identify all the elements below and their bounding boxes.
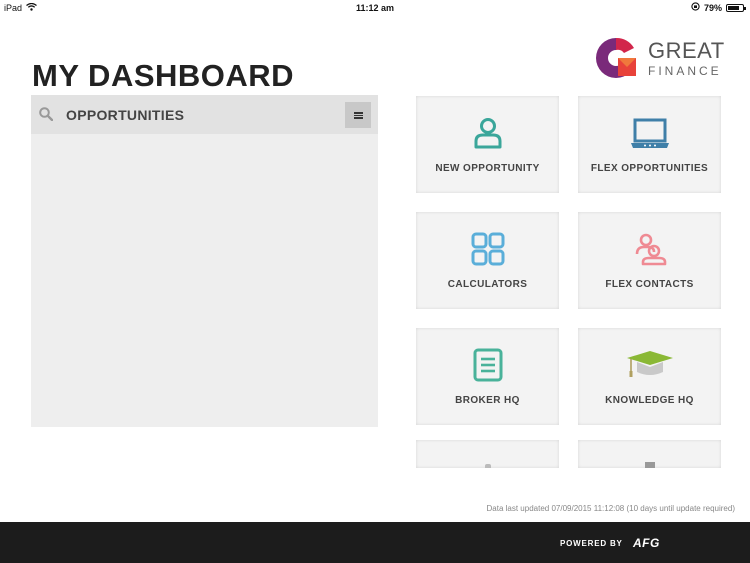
knowledge-hq-tile[interactable]: KNOWLEDGE HQ xyxy=(578,328,721,425)
afg-logo: AFG xyxy=(633,536,660,550)
powered-by-label: POWERED BY xyxy=(560,539,623,548)
contacts-icon xyxy=(578,232,721,266)
dashboard-tile-partial[interactable] xyxy=(416,440,559,468)
tile-label: KNOWLEDGE HQ xyxy=(605,395,694,406)
person-icon xyxy=(416,116,559,150)
tile-label: FLEX OPPORTUNITIES xyxy=(590,163,709,174)
dashboard-tile-partial[interactable] xyxy=(578,440,721,468)
calculators-tile[interactable]: CALCULATORS xyxy=(416,212,559,309)
laptop-icon xyxy=(578,116,721,150)
graduation-cap-icon xyxy=(578,348,721,382)
dashboard-tiles: NEW OPPORTUNITY FLEX OPPORTUNITIES CALCU… xyxy=(0,0,750,468)
tile-label: FLEX CONTACTS xyxy=(605,279,694,290)
tile-label: CALCULATORS xyxy=(447,279,528,290)
tile-label: NEW OPPORTUNITY xyxy=(435,163,540,174)
tile-label: BROKER HQ xyxy=(455,395,520,406)
footer-bar: POWERED BY AFG xyxy=(0,522,750,563)
broker-hq-tile[interactable]: BROKER HQ xyxy=(416,328,559,425)
grid-icon xyxy=(416,232,559,266)
flex-opportunities-tile[interactable]: FLEX OPPORTUNITIES xyxy=(578,96,721,193)
document-icon xyxy=(416,348,559,382)
new-opportunity-tile[interactable]: NEW OPPORTUNITY xyxy=(416,96,559,193)
data-updated-note: Data last updated 07/09/2015 11:12:08 (1… xyxy=(486,504,735,513)
flex-contacts-tile[interactable]: FLEX CONTACTS xyxy=(578,212,721,309)
